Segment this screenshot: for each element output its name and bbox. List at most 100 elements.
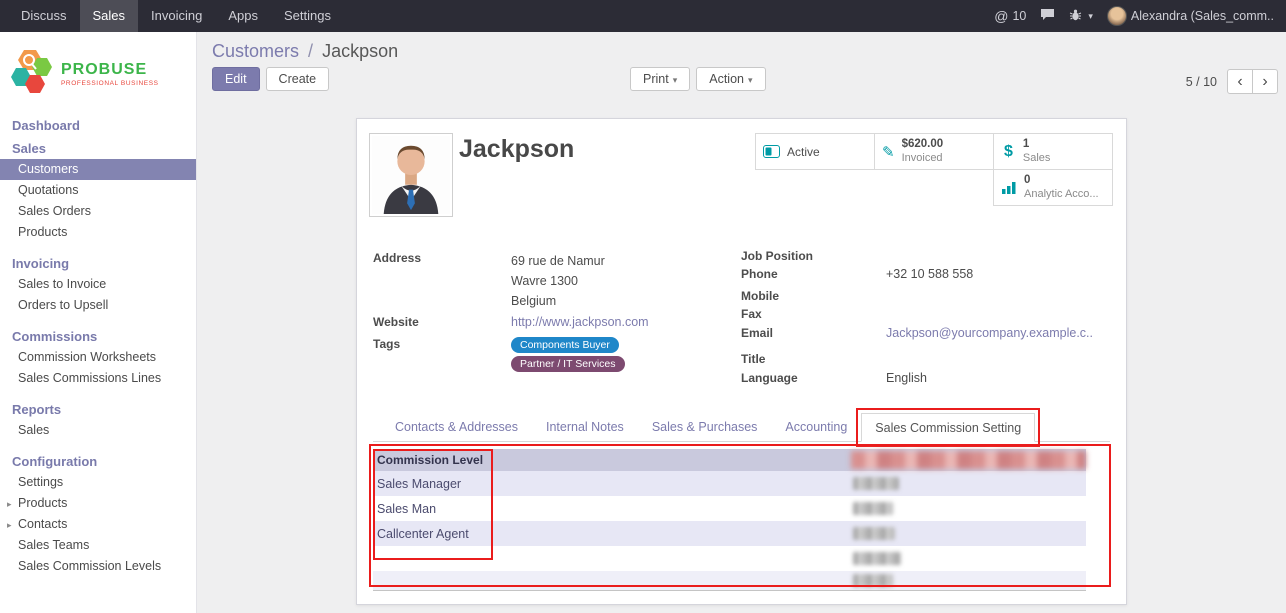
sidebar-item-customers[interactable]: Customers [0,159,196,180]
fax-label: Fax [741,305,886,322]
invoiced-label: Invoiced [902,152,944,165]
sidebar-item-config-products[interactable]: ▸ Products [0,493,196,514]
user-menu[interactable]: Alexandra (Sales_comm.. [1107,6,1274,26]
sidebar-item-sales-orders[interactable]: Sales Orders [0,201,196,222]
record-title: Jackpson [459,135,574,164]
active-toggle-button[interactable]: Active [755,133,875,170]
sidebar-header-commissions[interactable]: Commissions [0,326,196,347]
tab-sales-purchases[interactable]: Sales & Purchases [638,412,772,441]
logo-title: PROBUSE [61,61,159,79]
probuse-logo-icon [10,48,54,99]
sidebar-item-commission-worksheets[interactable]: Commission Worksheets [0,347,196,368]
breadcrumb: Customers / Jackpson [212,41,398,62]
print-dropdown-button[interactable]: Print ▾ [630,67,690,91]
sidebar-item-label: Products [18,496,67,510]
caret-down-icon: ▾ [748,75,753,85]
sidebar-item-config-contacts[interactable]: ▸ Contacts [0,514,196,535]
control-panel: Customers / Jackpson Edit Create Print▾ … [197,32,1286,118]
phone-value: +32 10 588 558 [886,265,973,285]
tab-internal-notes[interactable]: Internal Notes [532,412,638,441]
create-button[interactable]: Create [266,67,330,91]
tab-sales-commission-setting[interactable]: Sales Commission Setting [861,413,1035,442]
tab-contacts-addresses[interactable]: Contacts & Addresses [381,412,532,441]
email-label: Email [741,324,886,348]
sidebar-header-dashboard[interactable]: Dashboard [0,115,196,136]
sidebar-header-configuration[interactable]: Configuration [0,451,196,472]
sidebar-item-sales-commission-levels[interactable]: Sales Commission Levels [0,556,196,577]
action-dropdown-button[interactable]: Action ▾ [696,67,765,91]
sales-count-value: 1 [1023,138,1051,152]
sidebar: PROBUSE PROFESSIONAL BUSINESS Dashboard … [0,32,197,613]
at-icon: @ [994,8,1008,24]
commission-level-value: Sales Man [377,502,436,516]
sidebar-header-invoicing[interactable]: Invoicing [0,253,196,274]
redacted-header-blur [851,451,1086,469]
sidebar-header-sales[interactable]: Sales [0,138,196,159]
sidebar-item-orders-to-upsell[interactable]: Orders to Upsell [0,295,196,316]
app-logo: PROBUSE PROFESSIONAL BUSINESS [0,32,196,113]
customer-photo [369,133,453,217]
logo-subtitle: PROFESSIONAL BUSINESS [61,80,159,87]
pager-previous-button[interactable]: ‹ [1227,69,1253,94]
breadcrumb-customers-link[interactable]: Customers [212,41,299,61]
pager-next-button[interactable]: › [1252,69,1278,94]
invoiced-stat-button[interactable]: ✎ $620.00 Invoiced [874,133,994,170]
table-row-empty [373,571,1086,591]
caret-down-icon: ▾ [673,75,678,85]
topbar-menu-discuss[interactable]: Discuss [8,0,80,32]
chart-icon [1001,181,1017,194]
table-row-sales-manager[interactable]: Sales Manager [373,471,1086,496]
topbar-menu-sales[interactable]: Sales [80,0,139,32]
column-header-commission-level[interactable]: Commission Level [377,453,483,467]
sidebar-item-products[interactable]: Products [0,222,196,243]
redacted-cell-blur [853,477,899,490]
language-label: Language [741,369,886,386]
table-row-empty [373,546,1086,571]
sidebar-item-label: Contacts [18,517,67,531]
tags-label: Tags [373,335,511,372]
edit-button[interactable]: Edit [212,67,260,91]
sidebar-item-settings[interactable]: Settings [0,472,196,493]
sidebar-item-sales-commissions-lines[interactable]: Sales Commissions Lines [0,368,196,389]
email-link[interactable]: Jackpson@yourcompany.example.c.. [886,326,1093,340]
sidebar-item-quotations[interactable]: Quotations [0,180,196,201]
debug-menu-button[interactable]: ▾ [1069,9,1093,24]
active-label: Active [787,145,820,159]
messages-button[interactable] [1040,8,1055,24]
sidebar-item-sales-teams[interactable]: Sales Teams [0,535,196,556]
app-window: Discuss Sales Invoicing Apps Settings @ … [0,0,1286,613]
tab-accounting[interactable]: Accounting [771,412,861,441]
print-label: Print [643,72,669,86]
table-row-callcenter-agent[interactable]: Callcenter Agent [373,521,1086,546]
analytic-stat-button[interactable]: 0 Analytic Acco... [993,169,1113,206]
pager-counter: 5 / 10 [1186,75,1217,89]
address-line-3: Belgium [511,291,605,311]
analytic-count-label: Analytic Acco... [1024,188,1099,201]
active-toggle-icon [763,145,780,158]
title-label: Title [741,350,886,367]
sidebar-item-sales-to-invoice[interactable]: Sales to Invoice [0,274,196,295]
stat-buttons: Active ✎ $620.00 Invoiced $ 1 Sales [756,134,1113,206]
topbar-menu-invoicing[interactable]: Invoicing [138,0,215,32]
table-row-sales-man[interactable]: Sales Man [373,496,1086,521]
topbar-menu-settings[interactable]: Settings [271,0,344,32]
fields-left-column: Address 69 rue de Namur Wavre 1300 Belgi… [373,249,723,380]
breadcrumb-separator: / [308,41,313,61]
caret-down-icon: ▾ [1088,11,1093,22]
table-header-row: Commission Level [373,449,1086,471]
sidebar-header-reports[interactable]: Reports [0,399,196,420]
user-name: Alexandra (Sales_comm.. [1131,9,1274,23]
breadcrumb-current: Jackpson [322,41,398,61]
sales-stat-button[interactable]: $ 1 Sales [993,133,1113,170]
activities-button[interactable]: @ 10 [994,8,1026,24]
address-value: 69 rue de Namur Wavre 1300 Belgium [511,249,605,311]
website-link[interactable]: http://www.jackpson.com [511,315,649,329]
topbar-menu-apps[interactable]: Apps [215,0,271,32]
redacted-cell-blur [853,502,893,515]
action-label: Action [709,72,744,86]
form-buttons: Edit Create [212,67,329,91]
chat-bubble-icon [1040,8,1055,24]
job-position-label: Job Position [741,247,886,263]
sidebar-item-reports-sales[interactable]: Sales [0,420,196,441]
main-content: Customers / Jackpson Edit Create Print▾ … [197,32,1286,613]
